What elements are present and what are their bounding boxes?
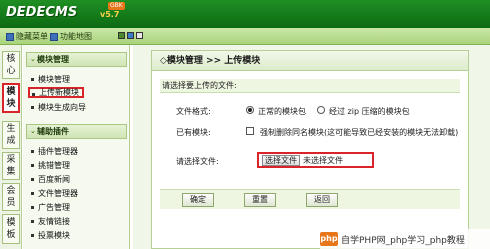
section-subtitle: 请选择要上传的文件: [160,79,460,93]
toolbar: 隐藏菜单 功能地图 [0,28,490,45]
tab-generate-label: 生 成 [6,124,16,146]
dedecms-logo: DEDECMS [6,5,78,20]
existing-label: 已有模块: [176,128,211,137]
file-status: 未选择文件 [303,155,343,165]
version-label: v5.7 [100,10,120,19]
choose-file-button[interactable]: 选择文件 [262,154,300,166]
tab-generate[interactable]: 生 成 [2,121,20,149]
reset-button[interactable]: 重置 [244,193,276,207]
file-input[interactable]: 选择文件 未选择文件 [257,152,374,168]
watermark: php 自学PHP网_php学习_php教程 [320,229,490,249]
page-title: ◇模块管理 >> 上传模块 [152,51,468,71]
hide-menu-button[interactable]: 隐藏菜单 [6,30,48,43]
vertical-tabs: 核 心 模 块 生 成 采 集 会 员 模 板 [0,45,22,249]
tab-member-label: 会 员 [6,186,16,208]
function-map-label: 功能地图 [60,32,92,41]
sidebar: ⌄ 模块管理 模块管理 上传新模块 模块生成向导 ⌄ 辅助插件 插件管理器 挑错… [23,45,130,249]
chevron-down-icon: ⌄ [30,127,36,135]
theme-green-swatch[interactable] [118,32,125,39]
format-zip-radio[interactable] [317,106,325,114]
back-button[interactable]: 返回 [306,193,338,207]
sidebar-item-module-wizard[interactable]: 模块生成向导 [29,102,86,113]
tab-template[interactable]: 模 板 [2,214,20,244]
sidebar-item-error-manage[interactable]: 挑错管理 [29,160,70,171]
tab-module-label: 模 块 [6,87,16,109]
sidebar-item-baidu-news[interactable]: 百度新闻 [29,174,70,185]
php-logo: php [320,232,338,246]
theme-blue-swatch[interactable] [127,32,134,39]
sidebar-item-ad-manage[interactable]: 广告管理 [29,202,70,213]
tab-core[interactable]: 核 心 [2,51,20,79]
force-delete-label: 强制删除同名模块(这可能导致已经安装的模块无法卸载) [260,128,459,137]
sidebar-item-vote-module[interactable]: 投票模块 [29,230,70,241]
confirm-button[interactable]: 确定 [182,193,214,207]
gbk-badge: GBK [108,2,125,10]
tab-member[interactable]: 会 员 [2,183,20,211]
tab-template-label: 模 板 [6,218,16,240]
map-icon [50,32,58,41]
sidebar-item-file-manager[interactable]: 文件管理器 [29,188,78,199]
format-zip-label: 经过 zip 压缩的模块包 [329,107,410,116]
menu-icon [6,32,14,41]
theme-gray-swatch[interactable] [136,32,143,39]
tab-collect[interactable]: 采 集 [2,152,20,180]
tab-module[interactable]: 模 块 [2,83,20,113]
section-title: 模块管理 [37,55,69,64]
format-label: 文件格式: [176,107,211,116]
main-content: ◇模块管理 >> 上传模块 请选择要上传的文件: 文件格式: 正常的模块包 经过… [133,45,490,249]
function-map-button[interactable]: 功能地图 [50,30,92,43]
sidebar-item-upload-module[interactable]: 上传新模块 [28,87,84,98]
force-delete-checkbox[interactable] [246,127,254,135]
file-label: 请选择文件: [176,157,219,166]
sidebar-section-plugins[interactable]: ⌄ 辅助插件 [26,124,127,139]
upload-panel: ◇模块管理 >> 上传模块 请选择要上传的文件: 文件格式: 正常的模块包 经过… [151,50,469,249]
format-normal-label: 正常的模块包 [258,107,306,116]
tab-core-label: 核 心 [6,54,16,76]
hide-menu-label: 隐藏菜单 [16,32,48,41]
app-header: DEDECMS v5.7 GBK [0,0,490,28]
sidebar-section-module-manage[interactable]: ⌄ 模块管理 [26,52,127,67]
watermark-text: 自学PHP网_php学习_php教程 [341,235,465,246]
format-normal-radio[interactable] [246,106,254,114]
button-row: 确定 重置 返回 [160,189,460,209]
tab-collect-label: 采 集 [6,155,16,177]
chevron-down-icon: ⌄ [30,55,36,63]
section-title: 辅助插件 [37,127,69,136]
sidebar-item-module-manage[interactable]: 模块管理 [29,74,70,85]
sidebar-item-friend-links[interactable]: 友情链接 [29,216,70,227]
sidebar-item-plugin-manager[interactable]: 插件管理器 [29,146,78,157]
